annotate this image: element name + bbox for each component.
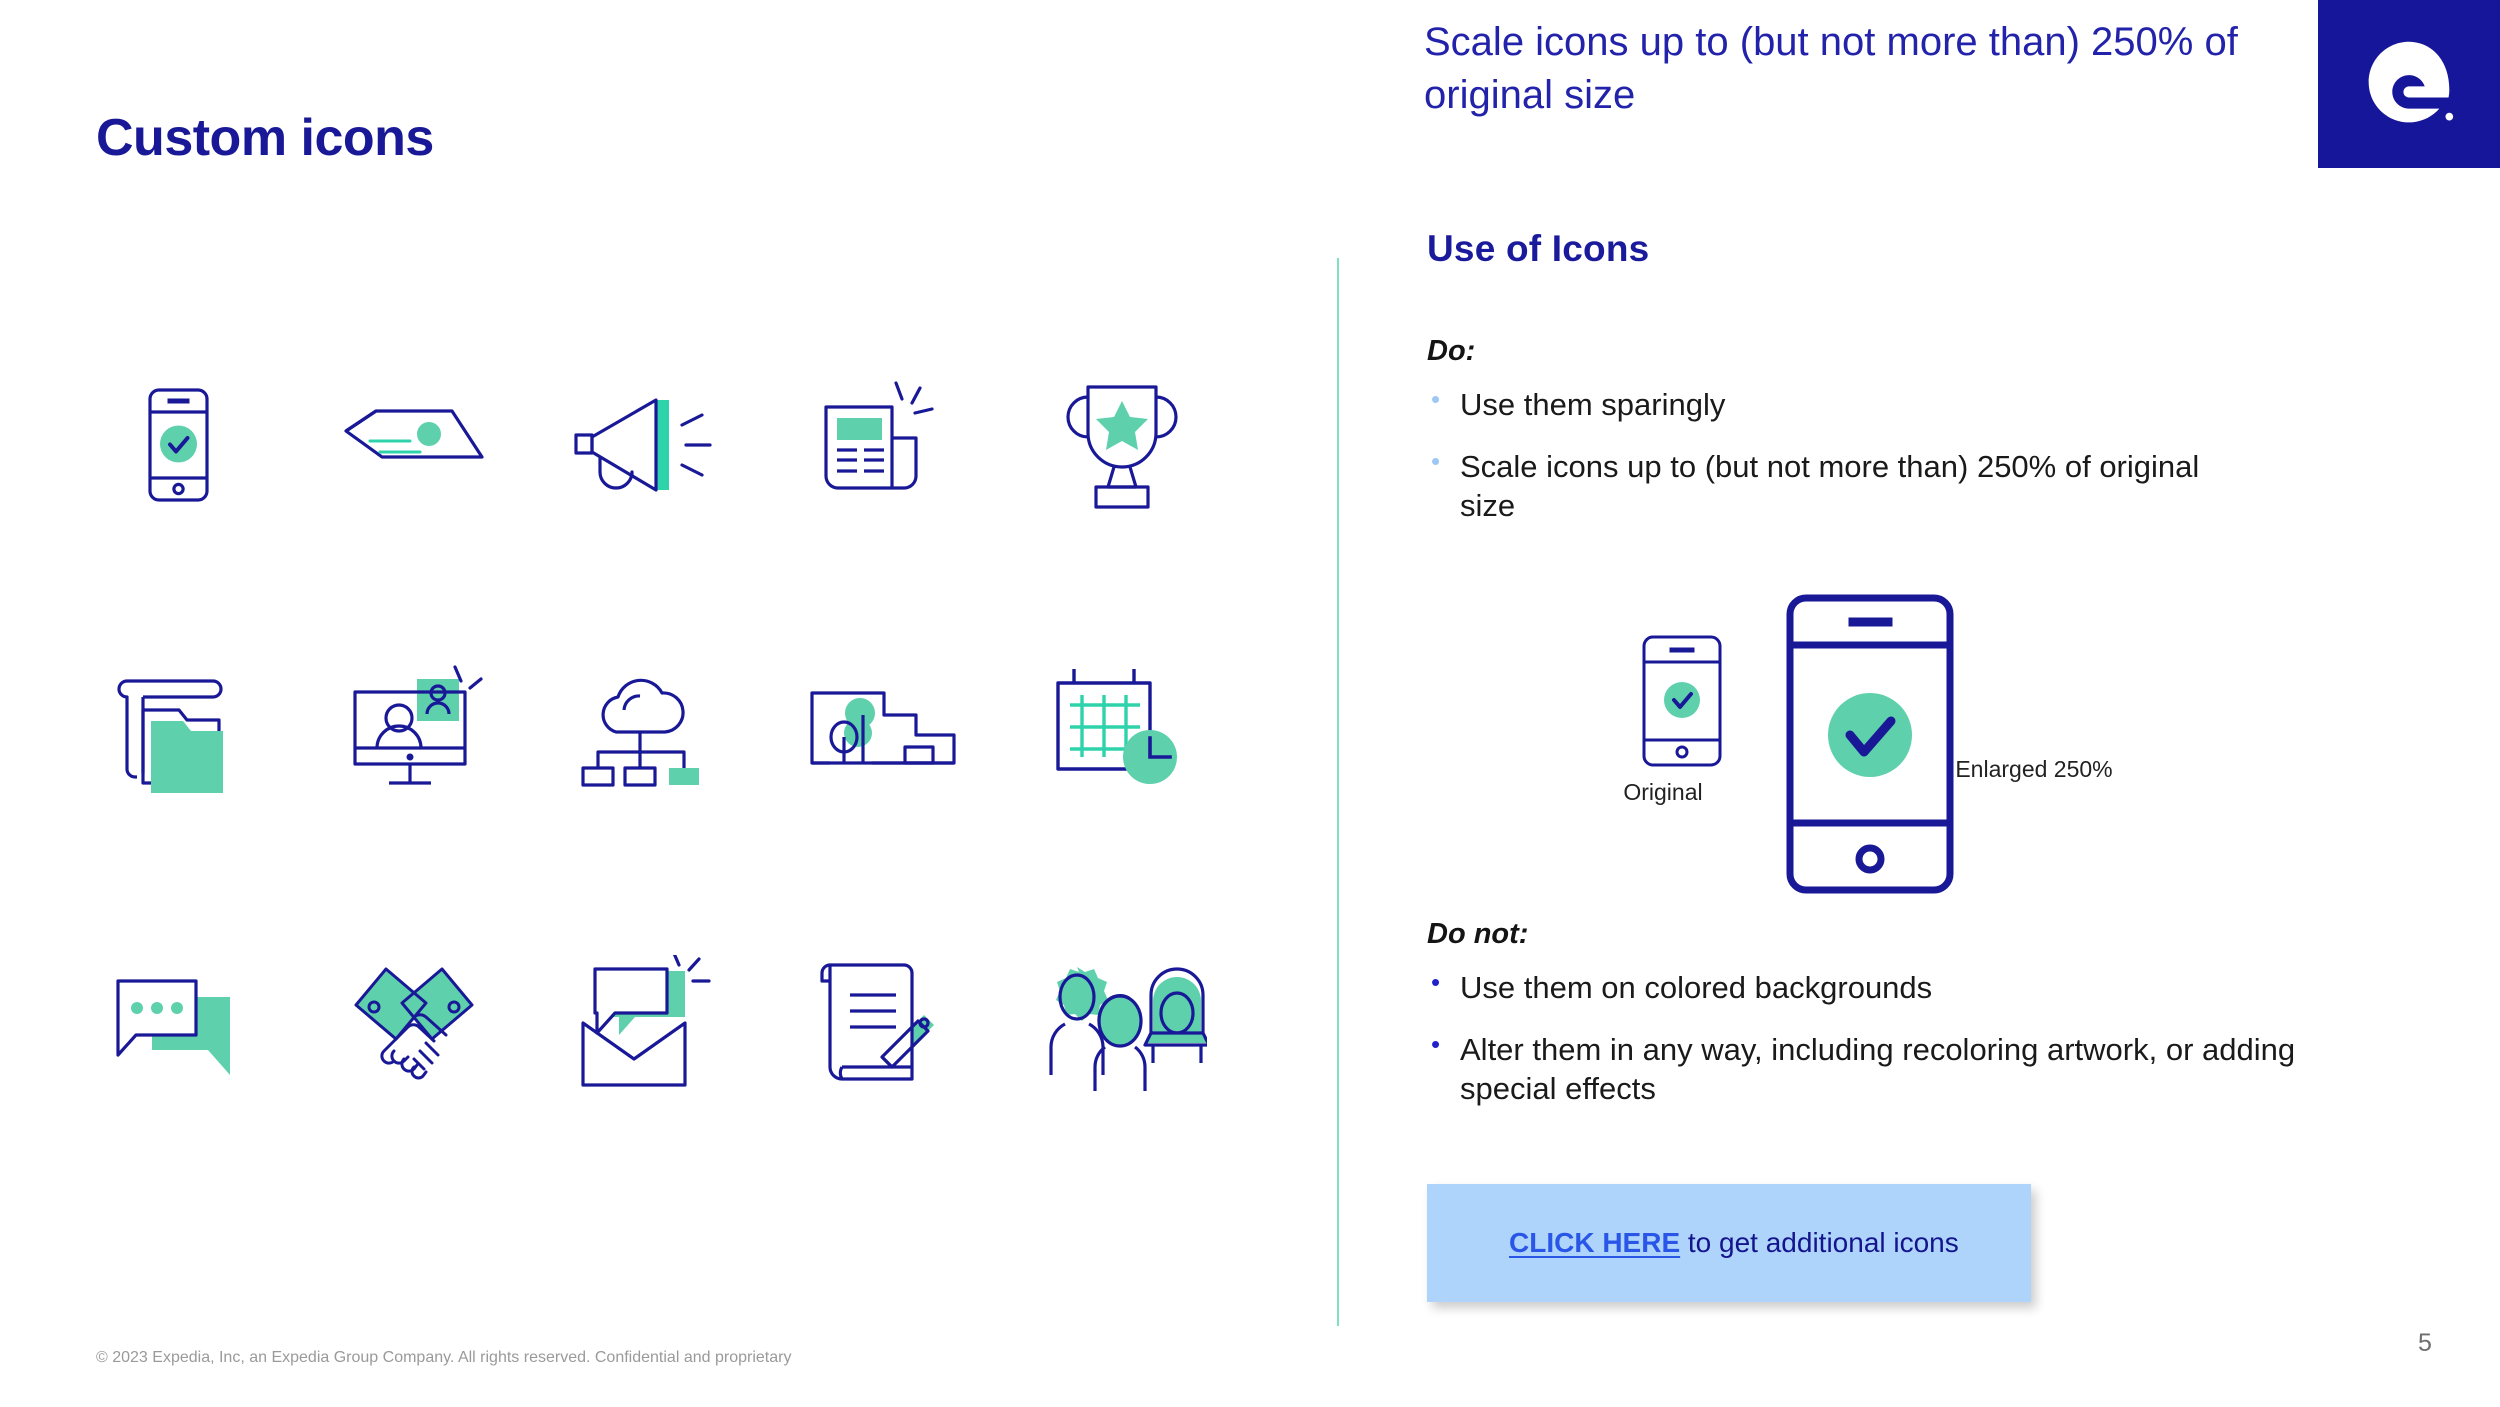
icon-cell[interactable] (296, 880, 532, 1170)
mobile-check-icon (148, 388, 209, 502)
click-here-link[interactable]: CLICK HERE (1509, 1227, 1680, 1258)
icon-cell[interactable] (532, 300, 768, 590)
icon-cell[interactable] (768, 880, 1004, 1170)
cta-rest-text: to get additional icons (1680, 1227, 1959, 1258)
people-group-icon (1049, 967, 1207, 1091)
scale-demo-illustration (1600, 580, 2140, 910)
icon-cell[interactable] (532, 590, 768, 880)
trophy-icon (1066, 385, 1178, 509)
list-item: Use them sparingly (1427, 383, 2257, 425)
do-label: Do: (1427, 335, 1476, 367)
icon-cell[interactable] (1004, 590, 1240, 880)
slide-canvas: Custom icons Scale icons up to (but not … (0, 0, 2500, 1407)
expedia-e-logo-icon (2368, 41, 2454, 123)
icon-cell[interactable] (1004, 300, 1240, 590)
vertical-divider (1337, 258, 1339, 1326)
icon-cell[interactable] (296, 590, 532, 880)
section-title: Use of Icons (1427, 228, 1650, 269)
icon-cell[interactable] (296, 300, 532, 590)
enlarged-label: Enlarged 250% (1955, 756, 2113, 782)
calendar-clock-icon (1056, 669, 1177, 784)
paper-plane-icon (344, 409, 484, 459)
icon-cell[interactable] (532, 880, 768, 1170)
handshake-icon (354, 967, 474, 1080)
folder-files-icon (117, 679, 223, 793)
list-item: Alter them in any way, including recolor… (1427, 1028, 2387, 1109)
icon-cell[interactable] (768, 300, 1004, 590)
original-label: Original (1623, 779, 1703, 805)
megaphone-icon (574, 398, 712, 492)
expedia-logo (2318, 0, 2500, 168)
custom-icon-grid (60, 300, 1240, 1170)
do-list: Use them sparingly Scale icons up to (bu… (1427, 383, 2257, 548)
icon-cell[interactable] (1004, 880, 1240, 1170)
cta-text: CLICK HERE to get additional icons (1509, 1227, 1959, 1259)
icon-cell[interactable] (60, 300, 296, 590)
right-header-text: Scale icons up to (but not more than) 25… (1424, 20, 2238, 118)
page-title: Custom icons (96, 109, 434, 167)
envelope-message-icon (581, 955, 711, 1087)
do-not-label: Do not: (1427, 918, 1529, 950)
chat-bubbles-icon (116, 979, 230, 1075)
video-call-icon (353, 665, 483, 785)
page-number: 5 (2418, 1329, 2432, 1357)
phone-scale-comparison-icon (1642, 594, 1954, 894)
icon-cell[interactable] (60, 880, 296, 1170)
cloud-network-icon (581, 678, 699, 787)
list-item: Use them on colored backgrounds (1427, 966, 2387, 1008)
icon-cell[interactable] (60, 590, 296, 880)
contract-signature-icon (820, 963, 934, 1081)
list-item: Scale icons up to (but not more than) 25… (1427, 445, 2257, 526)
footer-copyright: © 2023 Expedia, Inc, an Expedia Group Co… (96, 1349, 792, 1366)
newspaper-icon (824, 381, 934, 490)
additional-icons-cta-banner[interactable]: CLICK HERE to get additional icons (1427, 1184, 2031, 1302)
do-not-list: Use them on colored backgrounds Alter th… (1427, 966, 2387, 1131)
office-building-icon (810, 691, 956, 765)
icon-cell[interactable] (768, 590, 1004, 880)
